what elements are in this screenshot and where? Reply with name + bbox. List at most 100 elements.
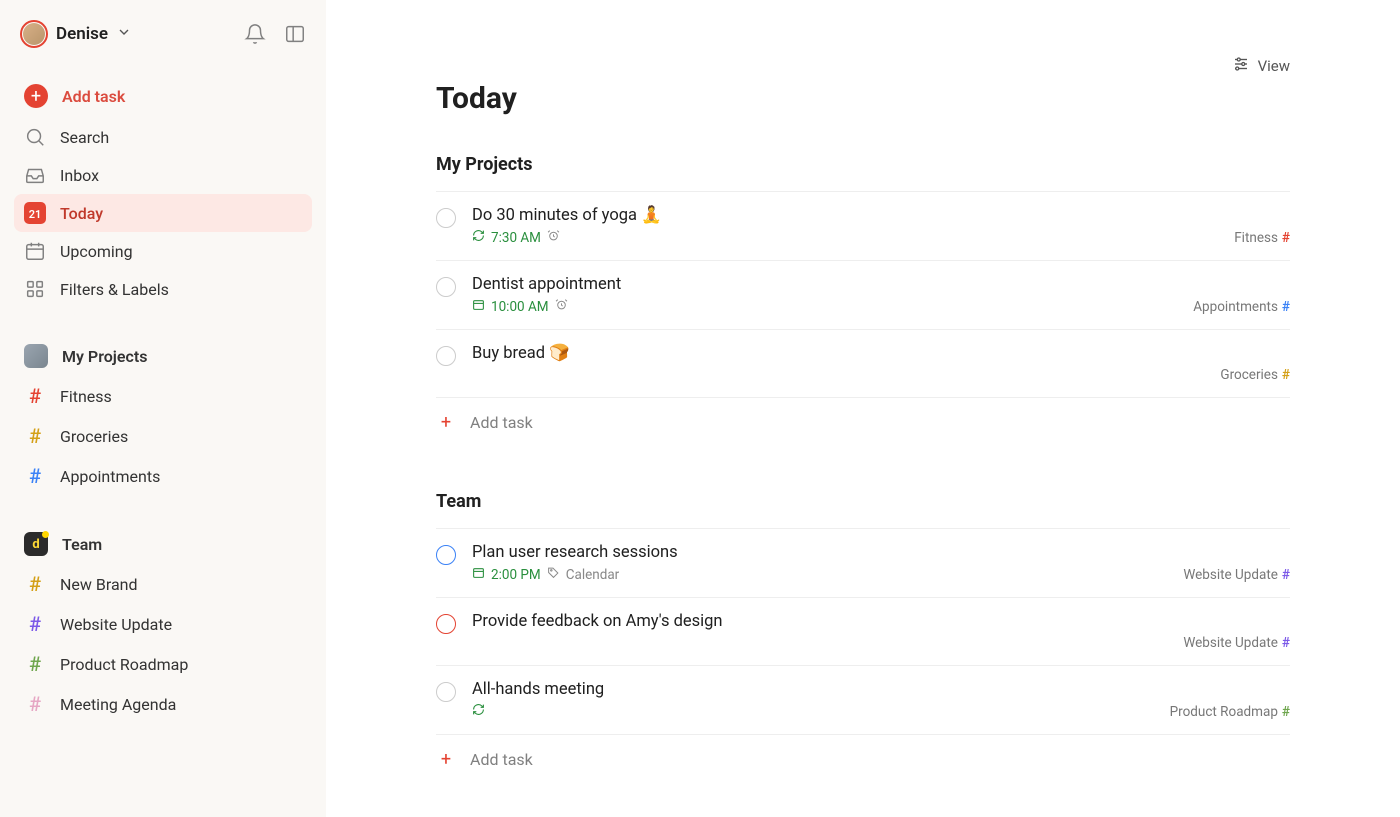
hash-icon: # — [1282, 635, 1290, 651]
sidebar-item-label: Upcoming — [60, 242, 133, 261]
recurring-icon — [472, 703, 485, 720]
view-button[interactable]: View — [436, 55, 1290, 77]
project-ref-label: Fitness — [1234, 230, 1278, 246]
task-checkbox[interactable] — [436, 614, 456, 634]
sidebar-project-item[interactable]: #Website Update — [14, 604, 312, 644]
add-task-inline[interactable]: +Add task — [436, 398, 1290, 447]
project-ref[interactable]: Product Roadmap# — [1170, 704, 1290, 720]
task-title: Do 30 minutes of yoga 🧘 — [472, 206, 1290, 225]
task-title: Buy bread 🍞 — [472, 344, 1290, 363]
label-icon — [547, 566, 560, 583]
alarm-icon — [555, 298, 568, 315]
hash-icon: # — [1282, 299, 1290, 315]
chevron-down-icon — [116, 24, 132, 45]
task-meta-left: 7:30 AM — [472, 229, 560, 246]
task-meta: 10:00 AM Appointments# — [472, 298, 1290, 315]
user-switcher[interactable]: Denise — [20, 20, 132, 48]
calendar-icon — [24, 240, 46, 262]
team-avatar: d — [24, 532, 48, 556]
project-ref[interactable]: Website Update# — [1183, 635, 1290, 651]
task-row[interactable]: Provide feedback on Amy's design Website … — [436, 598, 1290, 666]
task-meta: 7:30 AM Fitness# — [472, 229, 1290, 246]
task-meta: Website Update# — [472, 635, 1290, 651]
task-meta: Product Roadmap# — [472, 703, 1290, 720]
plus-icon: + — [24, 84, 48, 108]
sidebar-section-my-projects[interactable]: My Projects — [14, 336, 312, 376]
hash-icon: # — [1282, 567, 1290, 583]
hash-icon: # — [24, 384, 46, 408]
sidebar-item-upcoming[interactable]: Upcoming — [14, 232, 312, 270]
notifications-icon[interactable] — [244, 23, 266, 45]
task-row[interactable]: Plan user research sessions2:00 PMCalend… — [436, 528, 1290, 598]
hash-icon: # — [24, 572, 46, 596]
project-ref[interactable]: Fitness# — [1234, 230, 1290, 246]
project-ref-label: Website Update — [1183, 635, 1278, 651]
user-avatar — [20, 20, 48, 48]
project-label: Meeting Agenda — [60, 695, 176, 714]
main-content: View Today My ProjectsDo 30 minutes of y… — [326, 0, 1400, 817]
sidebar-header: Denise — [14, 20, 312, 48]
sidebar-item-search[interactable]: Search — [14, 118, 312, 156]
sidebar: Denise + Add task Search Inbox — [0, 0, 326, 817]
task-checkbox[interactable] — [436, 346, 456, 366]
alarm-icon — [547, 229, 560, 246]
add-task-label: Add task — [62, 87, 125, 106]
section-label: Team — [62, 535, 102, 554]
sidebar-item-filters[interactable]: Filters & Labels — [14, 270, 312, 308]
project-ref[interactable]: Website Update# — [1183, 567, 1290, 583]
sidebar-project-item[interactable]: # New Brand — [14, 564, 312, 604]
task-title: Provide feedback on Amy's design — [472, 612, 1290, 631]
project-ref[interactable]: Groceries# — [1220, 367, 1290, 383]
task-time: 7:30 AM — [491, 230, 541, 246]
hash-icon: # — [24, 612, 46, 636]
project-ref-label: Appointments — [1193, 299, 1278, 315]
task-checkbox[interactable] — [436, 682, 456, 702]
task-row[interactable]: Dentist appointment10:00 AMAppointments# — [436, 261, 1290, 330]
add-task-button[interactable]: + Add task — [14, 76, 312, 116]
collapse-sidebar-icon[interactable] — [284, 23, 306, 45]
sidebar-item-label: Inbox — [60, 166, 99, 185]
task-section: My Projects Do 30 minutes of yoga 🧘 7:30 A… — [436, 154, 1290, 447]
task-title: Plan user research sessions — [472, 543, 1290, 562]
calendar-today-icon: 21 — [24, 202, 46, 224]
hash-icon: # — [24, 464, 46, 488]
sidebar-project-item[interactable]: # Appointments — [14, 456, 312, 496]
project-label: New Brand — [60, 575, 138, 594]
sidebar-item-inbox[interactable]: Inbox — [14, 156, 312, 194]
calendar-icon — [472, 566, 485, 583]
sidebar-item-label: Today — [60, 204, 103, 223]
project-ref-label: Groceries — [1220, 367, 1278, 383]
sidebar-project-item[interactable]: # Meeting Agenda — [14, 684, 312, 724]
add-task-inline[interactable]: +Add task — [436, 735, 1290, 784]
task-row[interactable]: Do 30 minutes of yoga 🧘 7:30 AM Fitness# — [436, 191, 1290, 261]
project-label: Product Roadmap — [60, 655, 188, 674]
task-meta: Groceries# — [472, 367, 1290, 383]
plus-icon: + — [436, 412, 456, 433]
sidebar-project-item[interactable]: #Groceries — [14, 416, 312, 456]
sidebar-section-team[interactable]: d Team — [14, 524, 312, 564]
task-checkbox[interactable] — [436, 277, 456, 297]
task-tag: Calendar — [566, 567, 620, 583]
task-checkbox[interactable] — [436, 208, 456, 228]
sidebar-project-item[interactable]: #Fitness — [14, 376, 312, 416]
sidebar-project-item[interactable]: # Product Roadmap — [14, 644, 312, 684]
task-meta-left: 10:00 AM — [472, 298, 568, 315]
task-checkbox[interactable] — [436, 545, 456, 565]
project-ref-label: Product Roadmap — [1170, 704, 1278, 720]
project-label: Appointments — [60, 467, 160, 486]
project-ref[interactable]: Appointments# — [1193, 299, 1290, 315]
hash-icon: # — [24, 692, 46, 716]
sidebar-item-today[interactable]: 21 Today — [14, 194, 312, 232]
task-row[interactable]: Buy bread 🍞 Groceries# — [436, 330, 1290, 398]
project-label: Groceries — [60, 427, 128, 446]
view-label: View — [1258, 57, 1290, 75]
hash-icon: # — [1282, 367, 1290, 383]
task-row[interactable]: All-hands meetingProduct Roadmap# — [436, 666, 1290, 735]
section-label: My Projects — [62, 347, 147, 366]
inbox-icon — [24, 164, 46, 186]
project-ref-label: Website Update — [1183, 567, 1278, 583]
section-title-my-projects[interactable]: My Projects — [436, 154, 1290, 175]
task-body: Buy bread 🍞 Groceries# — [472, 344, 1290, 383]
section-title-team[interactable]: Team — [436, 491, 1290, 512]
hash-icon: # — [24, 652, 46, 676]
